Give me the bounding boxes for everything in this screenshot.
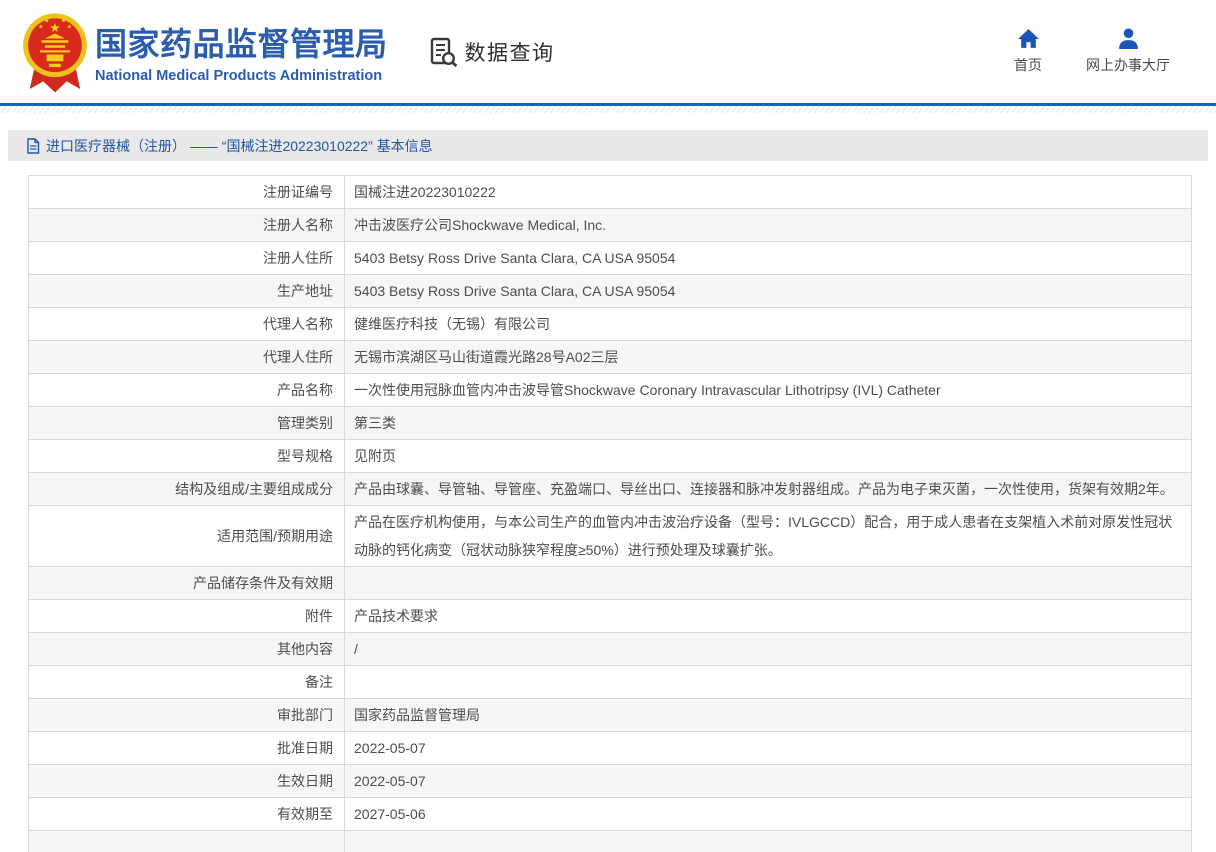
row-label: 代理人住所 — [29, 341, 345, 373]
row-label: 型号规格 — [29, 440, 345, 472]
row-label: 注册人名称 — [29, 209, 345, 241]
row-value: 2027-05-06 — [345, 798, 1191, 830]
row-value: 产品由球囊、导管轴、导管座、充盈端口、导丝出口、连接器和脉冲发射器组成。产品为电… — [345, 473, 1191, 505]
row-value: 健维医疗科技（无锡）有限公司 — [345, 308, 1191, 340]
row-value — [345, 666, 1191, 698]
breadcrumb-text[interactable]: 进口医疗器械（注册） —— “国械注进20223010222” 基本信息 — [46, 136, 433, 156]
table-row: 注册证编号 国械注进20223010222 — [29, 176, 1191, 209]
row-value: 见附页 — [345, 440, 1191, 472]
table-row: 结构及组成/主要组成成分 产品由球囊、导管轴、导管座、充盈端口、导丝出口、连接器… — [29, 473, 1191, 506]
table-row: 批准日期 2022-05-07 — [29, 732, 1191, 765]
row-value: 产品在医疗机构使用，与本公司生产的血管内冲击波治疗设备（型号：IVLGCCD）配… — [345, 506, 1191, 566]
row-value: 产品技术要求 — [345, 600, 1191, 632]
data-query-label: 数据查询 — [465, 37, 555, 67]
svg-text:★: ★ — [67, 23, 72, 30]
row-label: 适用范围/预期用途 — [29, 506, 345, 566]
table-row: 产品储存条件及有效期 — [29, 567, 1191, 600]
org-title-zh: 国家药品监督管理局 — [95, 19, 388, 65]
row-label: 代理人名称 — [29, 308, 345, 340]
row-label: 生产地址 — [29, 275, 345, 307]
row-label: 注册证编号 — [29, 176, 345, 208]
table-row: 附件 产品技术要求 — [29, 600, 1191, 633]
row-label: 产品储存条件及有效期 — [29, 567, 345, 599]
row-value: 5403 Betsy Ross Drive Santa Clara, CA US… — [345, 275, 1191, 307]
row-label: 结构及组成/主要组成成分 — [29, 473, 345, 505]
row-value: 无锡市滨湖区马山街道霞光路28号A02三层 — [345, 341, 1191, 373]
row-value: 冲击波医疗公司Shockwave Medical, Inc. — [345, 209, 1191, 241]
row-label: 管理类别 — [29, 407, 345, 439]
row-label: 审批部门 — [29, 699, 345, 731]
row-label: 其他内容 — [29, 633, 345, 665]
row-value: 2022-05-07 — [345, 732, 1191, 764]
table-row — [29, 831, 1191, 852]
row-label: 附件 — [29, 600, 345, 632]
table-row: 管理类别 第三类 — [29, 407, 1191, 440]
national-emblem-icon: ★ ★ ★ ★ ★ — [23, 10, 87, 94]
row-label: 产品名称 — [29, 374, 345, 406]
document-icon — [26, 138, 40, 154]
row-value: / — [345, 633, 1191, 665]
row-label: 有效期至 — [29, 798, 345, 830]
breadcrumb: 进口医疗器械（注册） —— “国械注进20223010222” 基本信息 — [8, 130, 1208, 161]
svg-text:★: ★ — [44, 17, 49, 24]
row-label: 批准日期 — [29, 732, 345, 764]
row-label — [29, 831, 345, 852]
nav-home[interactable]: 首页 — [1014, 28, 1042, 75]
svg-text:★: ★ — [38, 23, 43, 30]
table-row: 型号规格 见附页 — [29, 440, 1191, 473]
data-query-section[interactable]: 数据查询 — [430, 37, 555, 67]
brand-text: 国家药品监督管理局 National Medical Products Admi… — [95, 19, 388, 84]
top-nav: 首页 网上办事大厅 — [1014, 28, 1170, 75]
brand-block: ★ ★ ★ ★ ★ 国家药品监督管理局 National Medical Pro… — [23, 10, 388, 94]
table-row: 生效日期 2022-05-07 — [29, 765, 1191, 798]
table-row: 适用范围/预期用途 产品在医疗机构使用，与本公司生产的血管内冲击波治疗设备（型号… — [29, 506, 1191, 567]
svg-text:★: ★ — [49, 20, 60, 34]
row-value: 国械注进20223010222 — [345, 176, 1191, 208]
table-row: 审批部门 国家药品监督管理局 — [29, 699, 1191, 732]
table-row: 注册人名称 冲击波医疗公司Shockwave Medical, Inc. — [29, 209, 1191, 242]
table-row: 注册人住所 5403 Betsy Ross Drive Santa Clara,… — [29, 242, 1191, 275]
row-value: 第三类 — [345, 407, 1191, 439]
home-icon — [1017, 28, 1040, 49]
person-icon — [1117, 28, 1140, 49]
site-header: ★ ★ ★ ★ ★ 国家药品监督管理局 National Medical Pro… — [0, 0, 1216, 103]
table-row: 生产地址 5403 Betsy Ross Drive Santa Clara, … — [29, 275, 1191, 308]
nav-home-label: 首页 — [1014, 55, 1042, 75]
row-value — [345, 831, 1191, 852]
table-row: 代理人名称 健维医疗科技（无锡）有限公司 — [29, 308, 1191, 341]
org-title-en: National Medical Products Administration — [95, 68, 388, 84]
table-row: 有效期至 2027-05-06 — [29, 798, 1191, 831]
table-row: 其他内容 / — [29, 633, 1191, 666]
hatch-texture-band — [0, 106, 1216, 113]
row-value: 2022-05-07 — [345, 765, 1191, 797]
row-value: 5403 Betsy Ross Drive Santa Clara, CA US… — [345, 242, 1191, 274]
registration-info-table: 注册证编号 国械注进20223010222 注册人名称 冲击波医疗公司Shock… — [28, 175, 1192, 852]
row-label: 备注 — [29, 666, 345, 698]
table-row: 代理人住所 无锡市滨湖区马山街道霞光路28号A02三层 — [29, 341, 1191, 374]
nav-service-hall-label: 网上办事大厅 — [1086, 55, 1170, 75]
row-value: 一次性使用冠脉血管内冲击波导管Shockwave Coronary Intrav… — [345, 374, 1191, 406]
doc-search-icon — [430, 37, 458, 67]
table-row: 产品名称 一次性使用冠脉血管内冲击波导管Shockwave Coronary I… — [29, 374, 1191, 407]
nav-service-hall[interactable]: 网上办事大厅 — [1086, 28, 1170, 75]
row-value: 国家药品监督管理局 — [345, 699, 1191, 731]
row-value — [345, 567, 1191, 599]
svg-text:★: ★ — [61, 17, 66, 24]
row-label: 生效日期 — [29, 765, 345, 797]
row-label: 注册人住所 — [29, 242, 345, 274]
table-row: 备注 — [29, 666, 1191, 699]
